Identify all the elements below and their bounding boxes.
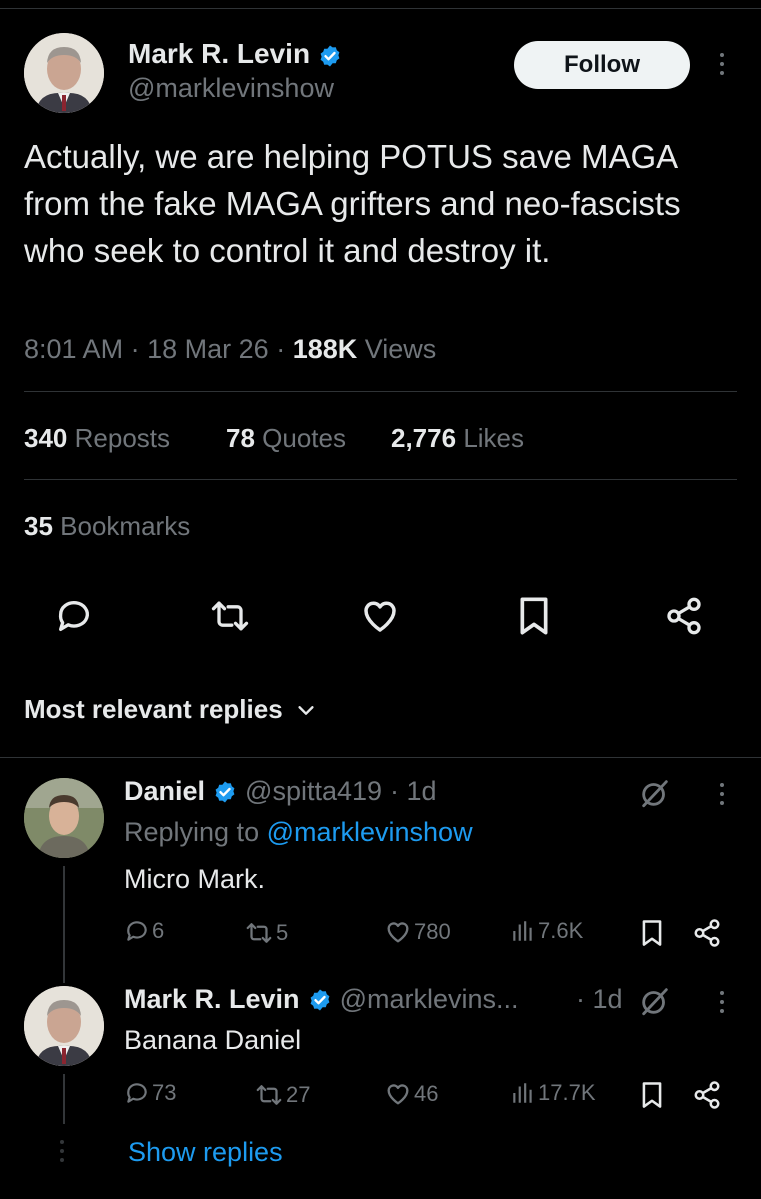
like-action[interactable]: 780 (384, 918, 451, 946)
like-count: 780 (414, 919, 451, 944)
more-options-icon[interactable] (718, 783, 726, 805)
reply-age: · 1d (390, 776, 437, 806)
author-name[interactable]: Mark R. Levin (128, 38, 342, 70)
repost-action[interactable]: 27 (254, 1080, 310, 1110)
reply-action[interactable]: 6 (124, 918, 164, 944)
like-count: 46 (414, 1081, 439, 1106)
meta-separator: · (130, 334, 140, 364)
replying-to: Replying to @marklevinshow (124, 817, 473, 848)
divider (24, 479, 737, 480)
reply-icon[interactable] (52, 594, 96, 638)
share-icon[interactable] (692, 918, 722, 953)
avatar[interactable] (24, 986, 104, 1066)
reply-header: Mark R. Levin @marklevins... (124, 984, 519, 1015)
likes-stat[interactable]: 2,776 Likes (391, 423, 524, 454)
repost-icon (246, 923, 272, 943)
bookmark-icon[interactable] (638, 1080, 666, 1115)
quotes-count: 78 (226, 423, 255, 453)
grok-icon[interactable] (638, 984, 672, 1023)
reposts-label: Reposts (74, 423, 171, 453)
reply-author-name[interactable]: Daniel (124, 776, 205, 807)
views-action[interactable]: 17.7K (510, 1080, 596, 1106)
reposts-count: 340 (24, 423, 68, 453)
likes-label: Likes (463, 423, 525, 453)
author-handle[interactable]: @marklevinshow (128, 73, 334, 104)
reply-author-name[interactable]: Mark R. Levin (124, 984, 300, 1015)
reply-count: 73 (152, 1080, 177, 1105)
reposts-stat[interactable]: 340 Reposts (24, 423, 170, 454)
share-icon[interactable] (662, 594, 706, 638)
views-action[interactable]: 7.6K (510, 918, 583, 944)
reply-text: Micro Mark. (124, 864, 265, 894)
avatar[interactable] (24, 778, 104, 858)
more-options-icon[interactable] (718, 991, 726, 1013)
tweet-date: 18 Mar 26 (147, 334, 269, 364)
views-count: 188K (292, 334, 358, 364)
thread-line (63, 866, 65, 983)
reply-avatar-image (24, 986, 104, 1066)
bookmarks-stat[interactable]: 35 Bookmarks (24, 511, 190, 542)
grok-icon[interactable] (638, 776, 672, 815)
repost-count: 27 (286, 1082, 311, 1107)
repost-icon[interactable] (208, 594, 252, 638)
show-replies-link[interactable]: Show replies (128, 1137, 283, 1168)
top-divider (0, 8, 761, 9)
quotes-stat[interactable]: 78 Quotes (226, 423, 346, 454)
divider (0, 757, 761, 758)
replying-prefix: Replying to (124, 817, 260, 847)
view-count: 17.7K (538, 1080, 596, 1105)
verified-badge-icon (215, 781, 235, 802)
like-icon[interactable] (358, 594, 402, 638)
reply-author-handle[interactable]: @marklevins... (340, 984, 519, 1015)
tweet-meta: 8:01 AM · 18 Mar 26 · 188K Views (24, 334, 436, 365)
tweet-time: 8:01 AM (24, 334, 124, 364)
follow-button[interactable]: Follow (514, 41, 690, 89)
bookmark-icon[interactable] (638, 918, 666, 953)
share-icon[interactable] (692, 1080, 722, 1115)
avatar[interactable] (24, 33, 104, 113)
reply-avatar-image (24, 778, 104, 858)
author-avatar-image (24, 33, 104, 113)
views-icon (513, 1083, 532, 1103)
more-options-icon[interactable] (718, 53, 726, 75)
reply-header: Daniel @spitta419 · 1d (124, 776, 437, 807)
reply-count: 6 (152, 918, 165, 943)
verified-badge-icon (310, 989, 329, 1010)
reply-author-handle[interactable]: @spitta419 (245, 776, 382, 807)
divider (24, 391, 737, 392)
repost-icon (256, 1085, 282, 1105)
like-icon (387, 922, 409, 943)
repost-action[interactable]: 5 (244, 918, 288, 948)
bookmarks-label: Bookmarks (60, 511, 191, 541)
reply-icon (127, 921, 147, 941)
views-icon (513, 921, 532, 941)
thread-line (63, 1074, 65, 1124)
like-action[interactable]: 46 (384, 1080, 438, 1108)
reply-text: Banana Daniel (124, 1025, 302, 1055)
replies-sort-label: Most relevant replies (24, 694, 283, 724)
bookmarks-count: 35 (24, 511, 53, 541)
chevron-down-icon (298, 705, 314, 715)
bookmark-icon[interactable] (512, 594, 556, 638)
verified-badge-icon (320, 45, 340, 67)
tweet-text: Actually, we are helping POTUS save MAGA… (24, 138, 681, 269)
replying-handle-link[interactable]: @marklevinshow (267, 817, 473, 847)
repost-count: 5 (276, 920, 289, 945)
view-count: 7.6K (538, 918, 584, 943)
thread-dots (60, 1140, 64, 1162)
like-icon (387, 1084, 409, 1105)
reply-icon (127, 1083, 147, 1103)
views-label: Views (364, 334, 437, 364)
reply-action[interactable]: 73 (124, 1080, 176, 1106)
reply-age: · 1d (576, 984, 623, 1014)
author-name-text: Mark R. Levin (128, 38, 311, 69)
meta-separator: · (276, 334, 286, 364)
quotes-label: Quotes (262, 423, 346, 453)
replies-sort-dropdown[interactable]: Most relevant replies (24, 694, 317, 725)
likes-count: 2,776 (391, 423, 457, 453)
